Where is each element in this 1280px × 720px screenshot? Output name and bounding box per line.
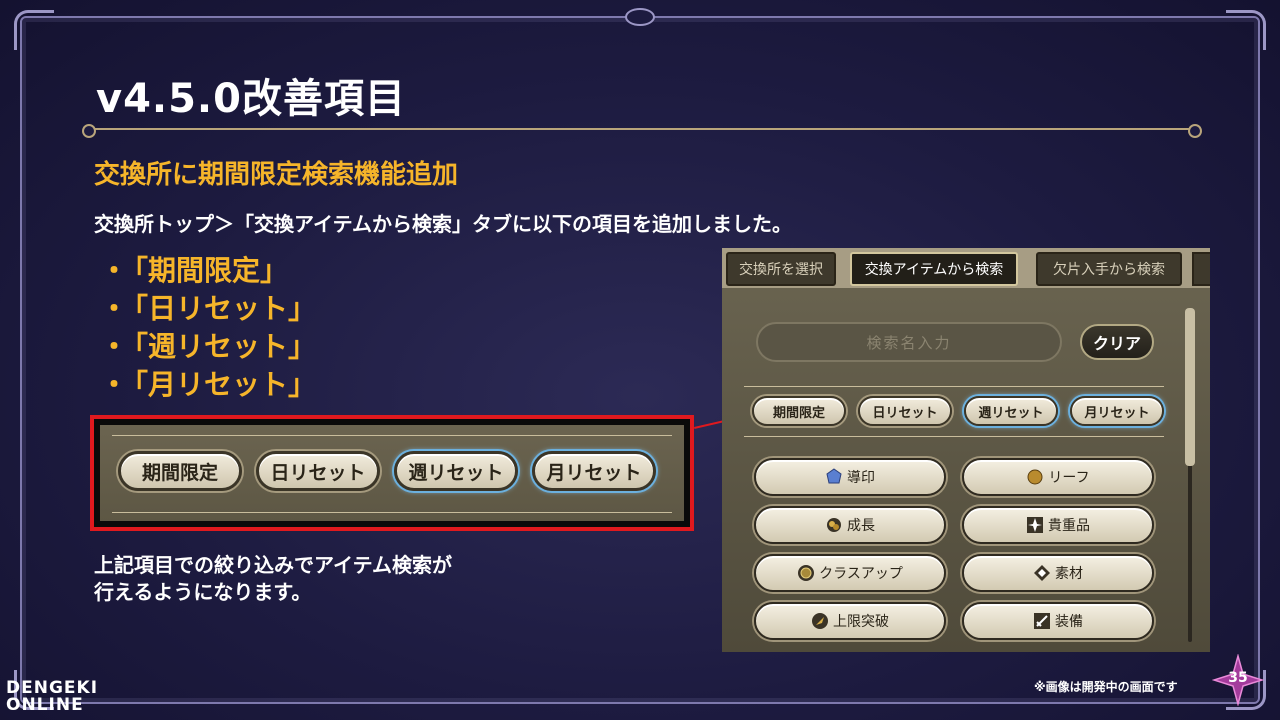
category-button-class-up[interactable]: クラスアップ	[754, 554, 946, 592]
filter-chip-limited[interactable]: 期間限定	[118, 451, 242, 491]
sparkle-icon	[1026, 516, 1044, 534]
slide-title: v4.5.0改善項目	[96, 76, 406, 122]
divider	[744, 436, 1164, 437]
dengeki-online-logo: DENGEKI ONLINE	[6, 678, 99, 715]
description-text: 交換所トップ＞「交換アイテムから検索」タブに以下の項目を追加しました。	[94, 212, 792, 236]
growth-icon	[825, 516, 843, 534]
zoomed-filter-panel: 期間限定 日リセット 週リセット 月リセット	[100, 425, 684, 521]
material-icon	[1033, 564, 1051, 582]
tab-overflow	[1192, 252, 1210, 286]
feature-item: ・「月リセット」	[100, 368, 317, 401]
category-button-growth[interactable]: 成長	[754, 506, 946, 544]
category-button-materials[interactable]: 素材	[962, 554, 1154, 592]
top-ornament	[625, 8, 655, 26]
category-button-limit-break[interactable]: 上限突破	[754, 602, 946, 640]
feature-item: ・「日リセット」	[100, 292, 317, 325]
divider	[112, 512, 672, 513]
feature-list: ・「期間限定」 ・「日リセット」 ・「週リセット」 ・「月リセット」	[100, 252, 316, 404]
sword-icon	[1033, 612, 1051, 630]
divider	[744, 386, 1164, 387]
frame-corner-ornament	[14, 10, 54, 50]
limit-break-icon	[811, 612, 829, 630]
filter-chip-weekly-reset[interactable]: 週リセット	[394, 451, 518, 491]
category-button-valuables[interactable]: 貴重品	[962, 506, 1154, 544]
tab-select-exchange[interactable]: 交換所を選択	[726, 252, 836, 286]
zoomed-filter-row: 期間限定 日リセット 週リセット 月リセット	[118, 451, 656, 491]
game-exchange-screenshot: 交換所を選択 交換アイテムから検索 欠片入手から検索 検索名入力 クリア 期間限…	[722, 248, 1210, 652]
tab-search-by-fragment[interactable]: 欠片入手から検索	[1036, 252, 1182, 286]
zoomed-filter-callout: 期間限定 日リセット 週リセット 月リセット	[90, 415, 694, 531]
tab-search-by-item[interactable]: 交換アイテムから検索	[850, 252, 1018, 286]
page-badge: 35	[1211, 653, 1265, 707]
category-scrollbar[interactable]	[1184, 304, 1196, 644]
filter-chip-monthly-reset[interactable]: 月リセット	[1070, 396, 1164, 426]
page-number: 35	[1228, 670, 1248, 686]
category-button-leaf[interactable]: リーフ	[962, 458, 1154, 496]
title-divider	[82, 124, 1202, 138]
filter-chip-limited[interactable]: 期間限定	[752, 396, 846, 426]
filter-chip-weekly-reset[interactable]: 週リセット	[964, 396, 1058, 426]
explanation-text: 上記項目での絞り込みでアイテム検索が 行えるようになります。	[94, 553, 452, 604]
filter-chip-row: 期間限定 日リセット 週リセット 月リセット	[752, 396, 1164, 426]
scroll-thumb[interactable]	[1185, 308, 1195, 466]
dev-screen-note: ※画像は開発中の画面です	[1034, 680, 1178, 694]
filter-chip-daily-reset[interactable]: 日リセット	[256, 451, 380, 491]
divider	[112, 435, 672, 436]
section-heading: 交換所に期間限定検索機能追加	[94, 160, 459, 190]
crystal-icon	[825, 468, 843, 486]
category-button-equipment[interactable]: 装備	[962, 602, 1154, 640]
leaf-coin-icon	[1026, 468, 1044, 486]
class-up-icon	[797, 564, 815, 582]
exchange-tab-bar: 交換所を選択 交換アイテムから検索 欠片入手から検索	[722, 248, 1210, 288]
feature-item: ・「期間限定」	[100, 254, 289, 287]
search-input[interactable]: 検索名入力	[756, 322, 1062, 362]
filter-chip-daily-reset[interactable]: 日リセット	[858, 396, 952, 426]
category-grid: 導印 リーフ 成長 貴重品 クラスアップ 素材 上限突破 装備	[754, 458, 1154, 640]
feature-item: ・「週リセット」	[100, 330, 317, 363]
filter-chip-monthly-reset[interactable]: 月リセット	[532, 451, 656, 491]
category-button-guide-seal[interactable]: 導印	[754, 458, 946, 496]
clear-button[interactable]: クリア	[1080, 324, 1154, 360]
frame-corner-ornament	[1226, 10, 1266, 50]
